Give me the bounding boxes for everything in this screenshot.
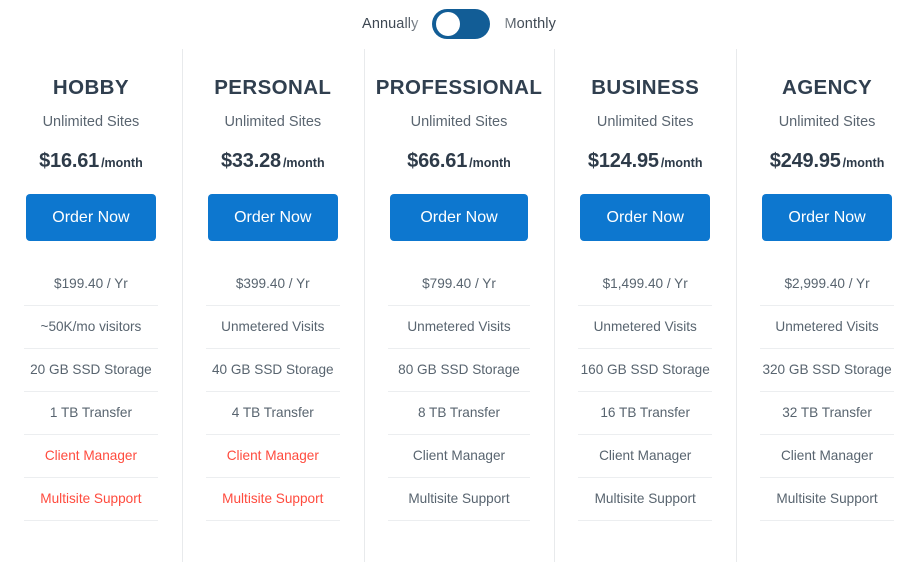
plan-price: $33.28/month [194, 150, 352, 173]
plan-price-amount: $249.95 [769, 150, 841, 172]
plan-subtitle: Unlimited Sites [224, 114, 322, 130]
plan-feature-list: $399.40 / Yr Unmetered Visits 40 GB SSD St… [194, 264, 352, 521]
feature-yearly_price: $2,999.40 / Yr [760, 264, 894, 306]
plan-subtitle: Unlimited Sites [42, 114, 140, 130]
plan-price: $124.95/month [566, 150, 724, 173]
pricing-column-professional: PROFESSIONAL Unlimited Sites $66.61/month O… [363, 47, 555, 562]
order-now-button[interactable]: Order Now [26, 194, 156, 241]
feature-visits: ~50K/mo visitors [24, 306, 158, 349]
plan-price-amount: $33.28 [220, 150, 281, 172]
pricing-column-agency: AGENCY Unlimited Sites $249.95/month Order … [736, 47, 918, 562]
plan-name: PROFESSIONAL [375, 76, 543, 99]
order-now-button[interactable]: Order Now [207, 194, 338, 241]
plan-price: $16.61/month [12, 150, 170, 173]
plan-price-period: /month [282, 156, 325, 170]
plan-price-period: /month [660, 156, 703, 170]
plan-subtitle: Unlimited Sites [596, 114, 694, 130]
plan-feature-list: $2,999.40 / Yr Unmetered Visits 320 GB SSD… [748, 264, 906, 521]
feature-yearly_price: $1,499.40 / Yr [578, 264, 713, 306]
feature-client_manager: Client Manager [387, 435, 531, 478]
order-now-button[interactable]: Order Now [389, 194, 529, 241]
feature-storage: 160 GB SSD Storage [578, 349, 713, 392]
plan-name: PERSONAL [214, 76, 332, 99]
plan-name: HOBBY [52, 76, 129, 99]
plan-price-period: /month [101, 156, 143, 170]
pricing-column-hobby: HOBBY Unlimited Sites $16.61/month Order No… [0, 47, 182, 562]
switch-knob [436, 11, 461, 36]
plan-subtitle: Unlimited Sites [410, 114, 508, 130]
plan-price-period: /month [469, 156, 511, 170]
feature-client_manager: Client Manager [578, 435, 713, 478]
feature-transfer: 8 TB Transfer [387, 392, 531, 435]
plan-price-amount: $16.61 [39, 150, 100, 172]
feature-visits: Unmetered Visits [387, 306, 531, 349]
feature-yearly_price: $199.40 / Yr [24, 264, 158, 306]
feature-yearly_price: $799.40 / Yr [387, 264, 531, 306]
feature-client_manager: Client Manager [760, 435, 894, 478]
feature-storage: 320 GB SSD Storage [760, 349, 894, 392]
feature-storage: 80 GB SSD Storage [387, 349, 531, 392]
plan-feature-list: $799.40 / Yr Unmetered Visits 80 GB SSD St… [376, 264, 543, 521]
plan-feature-list: $1,499.40 / Yr Unmetered Visits 160 GB SSD… [566, 264, 724, 521]
feature-transfer: 16 TB Transfer [578, 392, 713, 435]
plan-feature-list: $199.40 / Yr ~50K/mo visitors 20 GB SSD St… [12, 264, 170, 521]
plan-price-amount: $66.61 [407, 150, 468, 172]
plan-subtitle: Unlimited Sites [778, 114, 876, 130]
feature-visits: Unmetered Visits [205, 306, 340, 349]
feature-yearly_price: $399.40 / Yr [205, 264, 340, 306]
plan-name: AGENCY [782, 76, 873, 99]
feature-multisite_support: Multisite Support [205, 478, 340, 521]
order-now-button[interactable]: Order Now [580, 194, 711, 241]
feature-transfer: 4 TB Transfer [205, 392, 340, 435]
billing-toggle-bar: Annually Monthly [0, 0, 918, 47]
plan-price-period: /month [842, 156, 885, 170]
feature-client_manager: Client Manager [205, 435, 340, 478]
plan-price: $66.61/month [376, 150, 543, 173]
feature-multisite_support: Multisite Support [578, 478, 713, 521]
order-now-button[interactable]: Order Now [762, 194, 892, 241]
feature-visits: Unmetered Visits [578, 306, 713, 349]
feature-transfer: 1 TB Transfer [24, 392, 158, 435]
pricing-column-business: BUSINESS Unlimited Sites $124.95/month Orde… [554, 47, 736, 562]
plan-name: BUSINESS [591, 76, 700, 99]
plan-price-amount: $124.95 [587, 150, 659, 172]
billing-toggle-annually-label[interactable]: Annually [362, 16, 418, 32]
pricing-column-personal: PERSONAL Unlimited Sites $33.28/month Order… [181, 47, 364, 562]
billing-period-switch[interactable] [432, 8, 491, 39]
feature-multisite_support: Multisite Support [24, 478, 158, 521]
feature-visits: Unmetered Visits [760, 306, 894, 349]
pricing-table: HOBBY Unlimited Sites $16.61/month Order No… [0, 47, 918, 562]
feature-storage: 20 GB SSD Storage [24, 349, 158, 392]
feature-multisite_support: Multisite Support [387, 478, 531, 521]
billing-toggle-monthly-label[interactable]: Monthly [504, 16, 555, 32]
feature-storage: 40 GB SSD Storage [205, 349, 340, 392]
feature-transfer: 32 TB Transfer [760, 392, 894, 435]
feature-client_manager: Client Manager [24, 435, 158, 478]
feature-multisite_support: Multisite Support [760, 478, 894, 521]
plan-price: $249.95/month [748, 150, 906, 173]
